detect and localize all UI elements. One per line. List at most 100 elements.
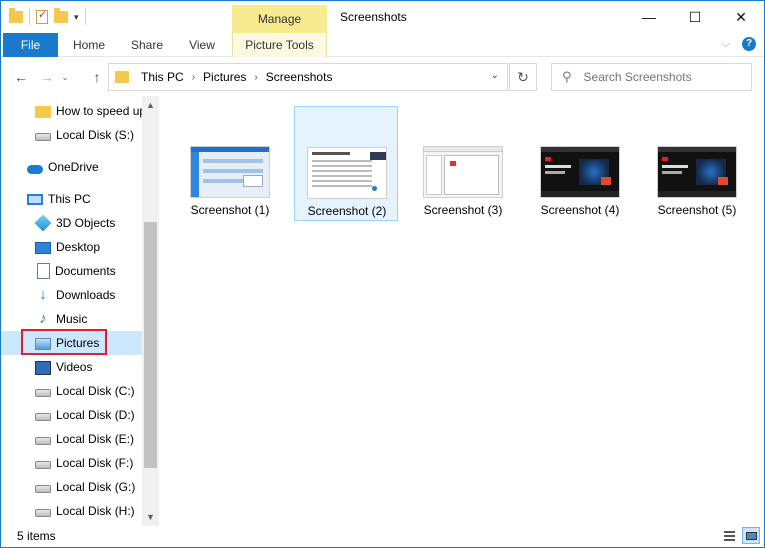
search-icon: ⚲ xyxy=(562,69,572,84)
sidebar-item-local-disk-h[interactable]: Local Disk (H:) xyxy=(1,499,142,523)
folder-icon xyxy=(35,106,51,118)
sidebar-item-label: Local Disk (G:) xyxy=(56,480,136,494)
status-bar: 5 items xyxy=(1,526,764,547)
details-view-button[interactable] xyxy=(720,527,738,544)
ribbon-tabs: File Home Share View Picture Tools ⌵ ? xyxy=(1,33,764,57)
breadcrumb-chevron-icon[interactable]: › xyxy=(254,72,257,83)
sidebar-item-onedrive[interactable]: OneDrive xyxy=(1,155,142,179)
manage-context-tab[interactable]: Manage xyxy=(232,5,327,33)
file-list: Screenshot (1) Screenshot (2) Screenshot… xyxy=(159,96,764,526)
maximize-button[interactable]: ☐ xyxy=(672,1,718,33)
up-button[interactable]: ↑ xyxy=(87,67,107,87)
documents-icon xyxy=(37,263,50,279)
tab-view[interactable]: View xyxy=(179,33,225,57)
sidebar-item-3d-objects[interactable]: 3D Objects xyxy=(1,211,142,235)
window-controls: — ☐ ✕ xyxy=(626,1,764,33)
sidebar-item-label: Music xyxy=(56,312,88,326)
drive-icon xyxy=(35,437,51,445)
breadcrumb-screenshots[interactable]: Screenshots xyxy=(266,70,333,84)
sidebar-item-this-pc[interactable]: This PC xyxy=(1,187,142,211)
sidebar-item-local-disk-s[interactable]: Local Disk (S:) xyxy=(1,123,142,147)
properties-icon[interactable] xyxy=(36,8,48,24)
videos-icon xyxy=(35,360,51,375)
file-item-screenshot-5[interactable]: Screenshot (5) xyxy=(645,106,749,221)
expand-ribbon-icon[interactable]: ⌵ xyxy=(722,38,730,51)
back-button[interactable]: ← xyxy=(11,67,31,87)
file-item-screenshot-4[interactable]: Screenshot (4) xyxy=(528,106,632,221)
sidebar-item-label: Local Disk (S:) xyxy=(56,128,135,142)
sidebar-item-local-disk-f[interactable]: Local Disk (F:) xyxy=(1,451,142,475)
folder-icon xyxy=(115,71,129,83)
sidebar-item-label: 3D Objects xyxy=(56,216,116,230)
minimize-button[interactable]: — xyxy=(626,1,672,33)
sidebar-item-label: Local Disk (D:) xyxy=(56,408,135,422)
sidebar-item-music[interactable]: ♪ Music xyxy=(1,307,142,331)
desktop-icon xyxy=(35,242,51,254)
sidebar-item-label: Downloads xyxy=(56,288,116,302)
sidebar-item-label: Local Disk (F:) xyxy=(56,456,134,470)
sidebar-item-label: Documents xyxy=(55,264,116,278)
sidebar-item-local-disk-e[interactable]: Local Disk (E:) xyxy=(1,427,142,451)
large-icons-view-button[interactable] xyxy=(742,527,760,544)
close-button[interactable]: ✕ xyxy=(718,1,764,33)
sidebar-item-label: Local Disk (E:) xyxy=(56,432,135,446)
sidebar-item-label: Local Disk (C:) xyxy=(56,384,135,398)
cloud-icon xyxy=(27,164,43,174)
sidebar-item-local-disk-c[interactable]: Local Disk (C:) xyxy=(1,379,142,403)
search-input[interactable] xyxy=(583,70,744,84)
item-count: 5 items xyxy=(17,529,56,543)
breadcrumb-pictures[interactable]: Pictures xyxy=(203,70,246,84)
address-dropdown-icon[interactable]: ⌄ xyxy=(491,70,499,81)
search-box[interactable]: ⚲ xyxy=(551,63,752,91)
computer-icon xyxy=(27,194,43,205)
scroll-down-arrow-icon[interactable]: ▼ xyxy=(142,510,159,524)
file-item-screenshot-1[interactable]: Screenshot (1) xyxy=(178,106,282,221)
breadcrumb-this-pc[interactable]: This PC xyxy=(141,70,184,84)
sidebar-item-label: Videos xyxy=(56,360,93,374)
tab-home[interactable]: Home xyxy=(63,33,115,57)
file-name: Screenshot (3) xyxy=(423,203,503,217)
sidebar-item-local-disk-d[interactable]: Local Disk (D:) xyxy=(1,403,142,427)
file-name: Screenshot (4) xyxy=(540,203,620,217)
file-item-screenshot-2[interactable]: Screenshot (2) xyxy=(294,106,398,221)
address-bar[interactable]: This PC › Pictures › Screenshots ⌄ xyxy=(108,63,508,91)
sidebar-item-label: How to speed up xyxy=(56,104,142,118)
breadcrumb-chevron-icon[interactable]: › xyxy=(192,72,195,83)
image-thumbnail xyxy=(657,146,737,198)
new-folder-icon[interactable] xyxy=(54,8,68,23)
sidebar-item-documents[interactable]: Documents xyxy=(1,259,142,283)
help-icon[interactable]: ? xyxy=(742,37,756,51)
file-name: Screenshot (2) xyxy=(307,204,387,218)
sidebar-item-label: Desktop xyxy=(56,240,101,254)
address-row: ← → ⌄ ↑ This PC › Pictures › Screenshots… xyxy=(1,58,764,96)
sidebar-item-videos[interactable]: Videos xyxy=(1,355,142,379)
scroll-thumb[interactable] xyxy=(144,222,157,468)
highlight-box xyxy=(21,329,107,355)
recent-locations-button[interactable]: ⌄ xyxy=(59,67,71,87)
refresh-button[interactable]: ↻ xyxy=(509,63,537,91)
ribbon-right-controls: ⌵ ? xyxy=(722,37,756,51)
drive-icon xyxy=(35,389,51,397)
window-title: Screenshots xyxy=(340,10,407,24)
drive-icon xyxy=(35,485,51,493)
scroll-up-arrow-icon[interactable]: ▲ xyxy=(142,98,159,112)
sidebar-item-label: Local Disk (H:) xyxy=(56,504,135,518)
downloads-icon: ↓ xyxy=(39,286,47,303)
file-item-screenshot-3[interactable]: Screenshot (3) xyxy=(411,106,515,221)
sidebar-item-how-to-speed-up[interactable]: How to speed up xyxy=(1,99,142,123)
sidebar-scrollbar[interactable]: ▲ ▼ xyxy=(142,96,159,526)
forward-button[interactable]: → xyxy=(37,67,57,87)
image-thumbnail xyxy=(307,147,387,199)
sidebar-item-label: This PC xyxy=(48,192,91,206)
music-icon: ♪ xyxy=(39,310,47,327)
sidebar-item-local-disk-g[interactable]: Local Disk (G:) xyxy=(1,475,142,499)
sidebar-item-desktop[interactable]: Desktop xyxy=(1,235,142,259)
sidebar-item-label: OneDrive xyxy=(48,160,99,174)
sidebar-item-downloads[interactable]: ↓ Downloads xyxy=(1,283,142,307)
customize-toolbar-icon[interactable]: ▾ xyxy=(74,12,79,23)
image-thumbnail xyxy=(190,146,270,198)
navigation-pane: How to speed up Local Disk (S:) OneDrive… xyxy=(1,96,159,526)
tab-share[interactable]: Share xyxy=(121,33,173,57)
tab-picture-tools[interactable]: Picture Tools xyxy=(232,33,327,57)
tab-file[interactable]: File xyxy=(3,33,58,57)
